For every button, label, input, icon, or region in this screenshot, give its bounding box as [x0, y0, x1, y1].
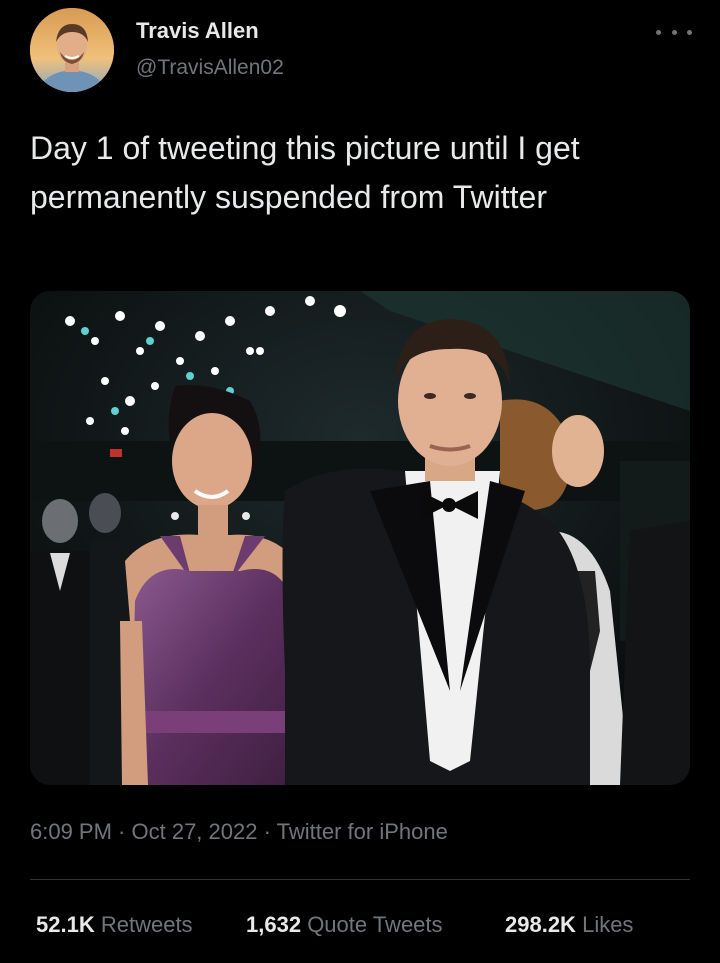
tweet-source[interactable]: Twitter for iPhone — [277, 819, 448, 844]
retweets-stat[interactable]: 52.1K Retweets — [36, 912, 193, 938]
author-name[interactable]: Travis Allen — [136, 18, 259, 44]
likes-count: 298.2K — [505, 912, 576, 937]
retweets-count: 52.1K — [36, 912, 95, 937]
quote-tweets-label: Quote Tweets — [307, 912, 443, 937]
tweet-meta: 6:09 PM · Oct 27, 2022 · Twitter for iPh… — [30, 819, 448, 845]
avatar-photo — [30, 8, 114, 92]
tweet-time[interactable]: 6:09 PM — [30, 819, 112, 844]
divider — [30, 879, 690, 880]
meta-separator: · — [111, 819, 132, 844]
likes-stat[interactable]: 298.2K Likes — [505, 912, 633, 938]
tweet-date[interactable]: Oct 27, 2022 — [132, 819, 258, 844]
quote-tweets-count: 1,632 — [246, 912, 302, 937]
likes-label: Likes — [582, 912, 634, 937]
meta-separator: · — [257, 819, 277, 844]
tweet-photo[interactable] — [30, 291, 690, 785]
tweet-text: Day 1 of tweeting this picture until I g… — [30, 130, 580, 215]
retweets-label: Retweets — [100, 912, 193, 937]
author-avatar[interactable] — [30, 8, 114, 92]
author-handle[interactable]: @TravisAllen02 — [136, 56, 284, 80]
event-photo — [30, 291, 690, 785]
more-options-icon[interactable] — [656, 18, 692, 46]
quote-tweets-stat[interactable]: 1,632 Quote Tweets — [246, 912, 443, 938]
